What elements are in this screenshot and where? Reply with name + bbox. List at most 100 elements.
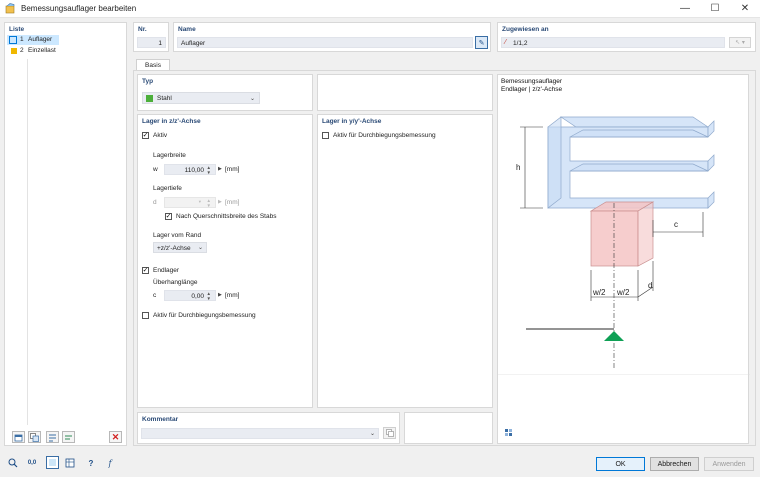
color-swatch-icon [49,459,56,466]
edit-name-button[interactable]: ✎ [475,36,488,49]
end-support-checkbox[interactable] [142,267,149,274]
type-header: Typ [142,78,154,85]
overhang-input[interactable]: 0,00 ▲ ▼ [164,290,216,301]
triangle-right-icon[interactable]: ▶ [218,166,222,172]
width-unit: [mm] [225,166,240,173]
chevron-down-icon: ⌄ [197,245,203,251]
zz-support-panel: Lager in z/z'-Achse Aktiv Lagerbreite w … [137,114,313,408]
spin-down-icon[interactable]: ▼ [207,296,211,301]
spin-down-icon[interactable]: ▼ [207,170,211,175]
cross-section-width-checkbox[interactable] [165,213,172,220]
ok-button[interactable]: OK [596,457,645,471]
item-number: 2 [20,47,24,54]
cross-section-width-label: Nach Querschnittsbreite des Stabs [176,213,277,220]
comment-panel: Kommentar ⌄ [137,412,400,444]
support-diagram: h c w/2 w/2 d [498,116,750,375]
type-select[interactable]: Stahl ⌄ [142,92,260,104]
triangle-right-icon[interactable]: ▶ [218,292,222,298]
copy-icon [385,429,394,437]
function-button[interactable]: f [104,457,116,469]
help-button[interactable]: ? [85,457,97,469]
overhang-value: 0,00 [191,293,204,300]
chevron-down-icon: ▾ [198,199,201,204]
dim-w1-label: w/2 [592,288,606,297]
yy-deflection-checkbox[interactable] [322,132,329,139]
number-label: Nr. [138,26,147,33]
name-label: Name [178,26,196,33]
sort-button[interactable] [62,431,75,443]
comment-library-button[interactable] [383,427,396,439]
settings-grid-icon [504,429,512,436]
zz-deflection-checkbox[interactable] [142,312,149,319]
edge-label: Lager vom Rand [153,232,202,239]
triangle-right-icon[interactable]: ▶ [218,199,222,205]
item-name: Auflager [28,36,53,43]
spin-down-icon[interactable]: ▼ [207,203,211,208]
list-item[interactable]: 1 Auflager [7,35,59,45]
name-field[interactable]: Auflager [177,37,473,48]
comment-input[interactable]: ⌄ [141,428,379,439]
list-header: Liste [9,26,25,33]
tab-label: Basis [145,62,161,69]
title-bar: Bemessungsauflager bearbeiten — ☐ ✕ [0,0,760,18]
comment-header: Kommentar [142,416,179,423]
new-item-button[interactable] [12,431,25,443]
width-symbol: w [153,166,158,173]
empty-panel [317,74,493,111]
empty-panel [404,412,493,444]
depth-label: Lagertiefe [153,185,182,192]
preview-options-button[interactable] [502,427,515,439]
select-objects-button[interactable]: ↖ ▾ [729,37,751,48]
sort-icon [65,435,72,439]
dim-h-label: h [516,163,520,172]
depth-symbol: d [153,199,157,206]
depth-unit: [mm] [225,199,240,206]
color-button[interactable] [46,456,59,469]
renumber-icon [49,434,56,441]
item-name: Einzellast [28,47,56,54]
assigned-label: Zugewiesen an [502,26,549,33]
number-field[interactable]: 1 [137,37,166,48]
renumber-button[interactable] [46,431,59,443]
type-value: Stahl [157,95,172,102]
assigned-panel: Zugewiesen an ⁄ 1/1,2 ↖ ▾ [497,22,756,52]
chevron-down-icon: ⌄ [369,431,375,437]
decimal-icon: 0,0 [27,460,37,466]
yy-deflection-label: Aktiv für Durchbiegungsbemessung [333,132,436,139]
table-button[interactable] [64,457,76,469]
help-icon: ? [88,458,94,468]
member-icon: ⁄ [505,39,507,46]
assigned-value: 1/1,2 [513,40,528,47]
active-checkbox[interactable] [142,132,149,139]
window-title: Bemessungsauflager bearbeiten [21,4,137,13]
dim-c-line [652,212,704,237]
edge-select[interactable]: +z/z'-Achse ⌄ [153,242,207,253]
material-color-swatch [146,95,153,102]
minimize-button[interactable]: — [670,0,700,17]
search-button[interactable] [7,457,19,469]
c-channel-shape [547,116,715,209]
name-panel: Name Auflager ✎ [173,22,491,52]
delete-button[interactable]: ✕ [109,431,122,443]
function-icon: f [108,458,112,468]
close-button[interactable]: ✕ [730,0,760,17]
width-input[interactable]: 110,00 ▲ ▼ [164,164,216,175]
dim-d-label: d [648,281,652,290]
number-value: 1 [158,40,162,47]
pick-arrow-icon: ↖ ▾ [735,40,745,46]
width-value: 110,00 [184,167,204,174]
cancel-button[interactable]: Abbrechen [650,457,699,471]
name-value: Auflager [181,40,206,47]
yy-header: Lager in y/y'-Achse [322,118,382,125]
depth-input[interactable]: ▾ ▲ ▼ [164,197,216,208]
copy-item-button[interactable] [28,431,41,443]
copy-icon [30,432,39,442]
apply-button[interactable]: Anwenden [704,457,754,471]
units-button[interactable]: 0,0 [26,457,38,469]
assigned-field[interactable]: ⁄ 1/1,2 [501,37,725,48]
overhang-label: Überhanglänge [153,279,198,286]
active-label: Aktiv [153,132,168,139]
list-item[interactable]: 2 Einzellast [7,46,67,56]
column-divider [27,59,28,425]
maximize-button[interactable]: ☐ [700,0,730,17]
